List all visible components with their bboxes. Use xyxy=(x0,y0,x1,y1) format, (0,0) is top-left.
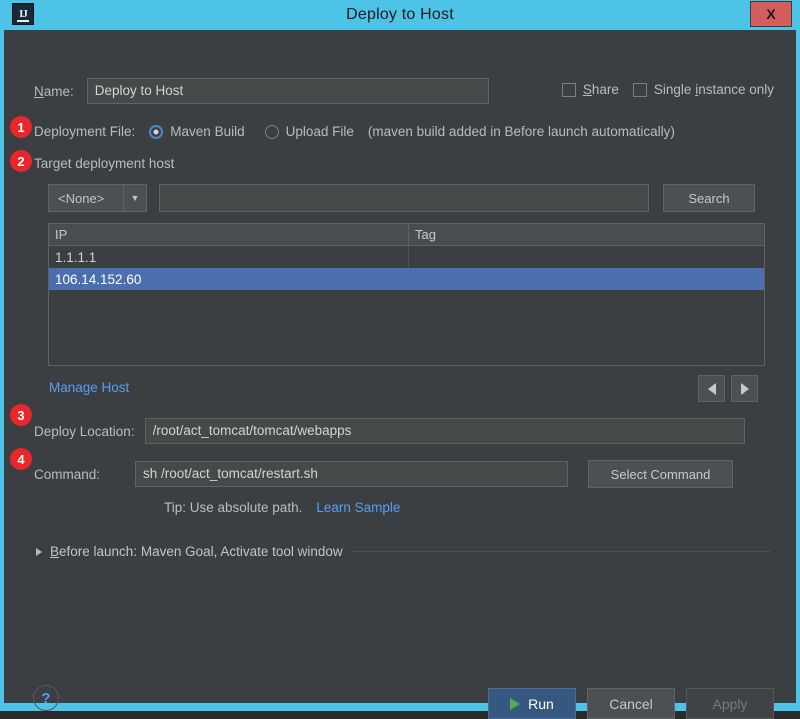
radio-label-upload-file: Upload File xyxy=(286,124,354,139)
name-input[interactable] xyxy=(87,78,489,104)
annotation-badge-2: 2 xyxy=(10,150,32,172)
chevron-down-icon: ▼ xyxy=(123,185,146,211)
host-table-header: IP Tag xyxy=(49,224,764,246)
radio-upload-file[interactable]: Upload File xyxy=(265,124,354,139)
radio-maven-build[interactable]: Maven Build xyxy=(149,124,244,139)
apply-button: Apply xyxy=(686,688,774,719)
before-launch-label: Before launch: Maven Goal, Activate tool… xyxy=(50,544,343,559)
share-label: Share xyxy=(583,82,619,97)
single-instance-checkbox[interactable]: Single instance only xyxy=(633,82,774,97)
deploy-location-input[interactable] xyxy=(145,418,745,444)
target-host-section-label: Target deployment host xyxy=(34,156,174,171)
column-header-ip: IP xyxy=(49,224,409,245)
annotation-badge-1: 1 xyxy=(10,116,32,138)
command-tip-text: Tip: Use absolute path. xyxy=(164,500,302,515)
learn-sample-link[interactable]: Learn Sample xyxy=(316,500,400,515)
window-title: Deploy to Host xyxy=(346,6,454,24)
cell-tag xyxy=(409,268,764,290)
name-label: Name: xyxy=(34,84,74,99)
host-filter-row: <None> ▼ Search xyxy=(48,184,755,212)
cell-ip: 1.1.1.1 xyxy=(49,246,409,268)
run-button-label: Run xyxy=(528,696,554,712)
run-button[interactable]: Run xyxy=(488,688,576,719)
cell-tag xyxy=(409,246,764,268)
host-table[interactable]: IP Tag 1.1.1.1 106.14.152.60 xyxy=(48,223,765,366)
cancel-button[interactable]: Cancel xyxy=(587,688,675,719)
checkbox-box-share xyxy=(562,83,576,97)
help-icon[interactable]: ? xyxy=(33,685,59,711)
column-header-tag: Tag xyxy=(409,224,764,245)
name-row: Name: xyxy=(34,78,489,104)
single-instance-label: Single instance only xyxy=(654,82,774,97)
deploy-location-label: Deploy Location: xyxy=(34,424,135,439)
host-search-input[interactable] xyxy=(159,184,649,212)
nav-prev-button[interactable] xyxy=(698,375,725,402)
arrow-right-icon xyxy=(741,383,749,395)
manage-host-link[interactable]: Manage Host xyxy=(49,380,129,395)
dialog-window: IJ Deploy to Host X 1 2 3 4 Name: Share … xyxy=(0,0,800,711)
deployment-file-label: Deployment File: xyxy=(34,124,135,139)
host-filter-value: <None> xyxy=(49,185,123,211)
radio-icon-maven-build xyxy=(149,125,163,139)
share-checkbox[interactable]: Share xyxy=(562,82,619,97)
annotation-badge-3: 3 xyxy=(10,404,32,426)
command-input[interactable] xyxy=(135,461,568,487)
checkbox-box-single-instance xyxy=(633,83,647,97)
before-launch-section[interactable]: Before launch: Maven Goal, Activate tool… xyxy=(36,544,770,559)
deploy-location-row: Deploy Location: xyxy=(34,418,745,444)
select-command-button[interactable]: Select Command xyxy=(588,460,733,488)
cell-ip: 106.14.152.60 xyxy=(49,268,409,290)
command-label: Command: xyxy=(34,467,100,482)
annotation-badge-4: 4 xyxy=(10,448,32,470)
dialog-body: 1 2 3 4 Name: Share Single instance only… xyxy=(4,30,796,703)
options-group: Share Single instance only xyxy=(562,82,774,97)
table-row[interactable]: 106.14.152.60 xyxy=(49,268,764,290)
deployment-file-hint: (maven build added in Before launch auto… xyxy=(368,124,675,139)
play-icon xyxy=(510,698,520,710)
deployment-file-row: Deployment File: Maven Build Upload File… xyxy=(34,124,675,139)
footer-buttons: Run Cancel Apply xyxy=(488,688,774,719)
search-button[interactable]: Search xyxy=(663,184,755,212)
arrow-left-icon xyxy=(708,383,716,395)
title-bar: IJ Deploy to Host X xyxy=(4,0,796,30)
radio-label-maven-build: Maven Build xyxy=(170,124,244,139)
section-divider xyxy=(351,551,770,552)
intellij-logo-icon: IJ xyxy=(12,3,34,25)
chevron-right-icon[interactable] xyxy=(36,548,42,556)
host-nav-buttons xyxy=(698,375,758,402)
nav-next-button[interactable] xyxy=(731,375,758,402)
close-icon[interactable]: X xyxy=(750,1,792,27)
table-row[interactable]: 1.1.1.1 xyxy=(49,246,764,268)
radio-icon-upload-file xyxy=(265,125,279,139)
command-tip-row: Tip: Use absolute path. Learn Sample xyxy=(164,500,400,515)
host-filter-dropdown[interactable]: <None> ▼ xyxy=(48,184,147,212)
command-row: Command: Select Command xyxy=(34,460,733,488)
